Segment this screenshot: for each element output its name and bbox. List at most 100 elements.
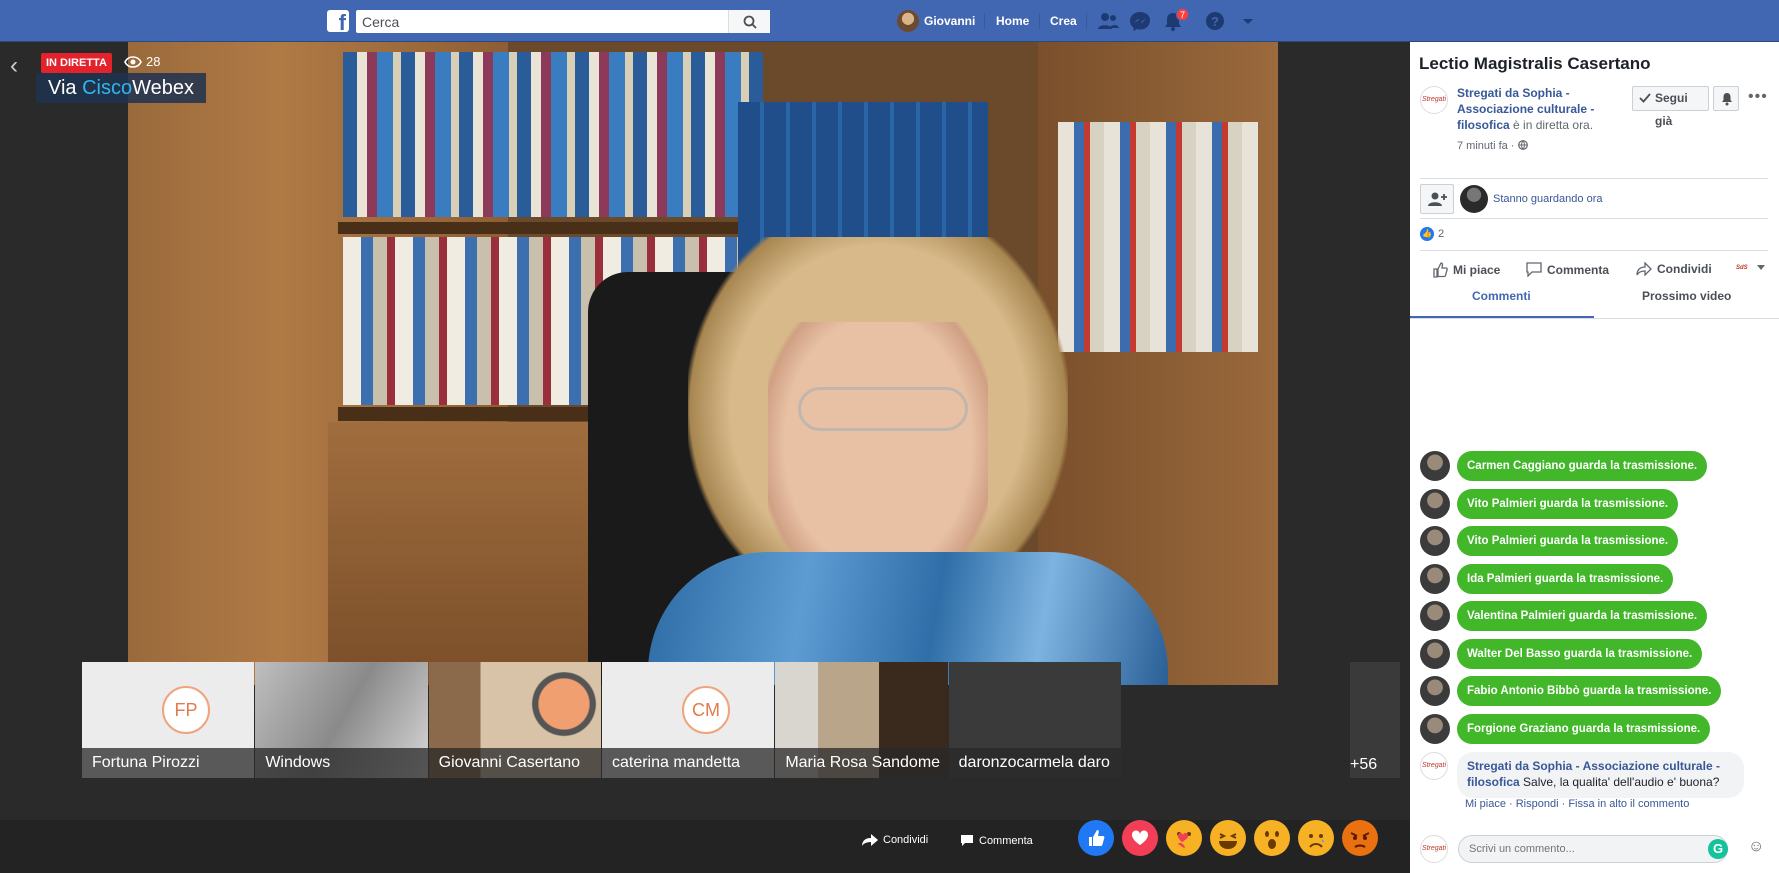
checkmark-icon	[1639, 93, 1651, 103]
comment-button[interactable]: Commenta	[960, 834, 1033, 847]
avatar	[897, 10, 919, 32]
watch-event-pill: Ida Palmieri guarda la trasmissione.	[1457, 564, 1674, 594]
source-prefix: Via	[48, 77, 83, 99]
invite-friends-button[interactable]	[1420, 184, 1454, 214]
avatar[interactable]	[1460, 185, 1488, 213]
main-video-feed[interactable]	[128, 42, 1278, 685]
sad-reaction-icon[interactable]	[1298, 820, 1334, 856]
search-button[interactable]	[728, 10, 770, 33]
wow-reaction-icon[interactable]	[1254, 820, 1290, 856]
share-action-button[interactable]: Condividi	[1636, 262, 1712, 276]
participant-initials: CM	[681, 686, 730, 734]
more-options-icon[interactable]: •••	[1748, 88, 1768, 106]
live-badge: IN DIRETTA	[41, 53, 112, 73]
list-item: Vito Palmieri guarda la trasmissione.	[1420, 489, 1679, 519]
avatar[interactable]	[1420, 714, 1450, 744]
love-reaction-icon[interactable]	[1122, 820, 1158, 856]
comment-bubble-icon	[961, 835, 973, 846]
care-reaction-icon[interactable]	[1166, 820, 1202, 856]
profile-name: Giovanni	[924, 14, 976, 28]
top-navigation-bar	[0, 0, 1779, 42]
emoji-smile-icon[interactable]: ☺	[1748, 838, 1764, 856]
watch-event-pill: Fabio Antonio Bibbò guarda la trasmissio…	[1457, 676, 1722, 706]
angry-reaction-icon[interactable]	[1342, 820, 1378, 856]
share-as-page-selector[interactable]: SdS	[1736, 262, 1765, 274]
like-reaction-icon[interactable]	[1078, 820, 1114, 856]
comment-icon	[1526, 262, 1542, 277]
thumbs-up-icon	[1433, 262, 1448, 278]
bell-icon	[1722, 93, 1732, 106]
globe-icon	[1517, 140, 1528, 150]
share-button[interactable]: Condividi	[862, 834, 928, 846]
avatar[interactable]	[1420, 676, 1450, 706]
nav-divider	[984, 13, 985, 29]
post-time: 7 minuti fa ·	[1457, 140, 1518, 152]
tab-next-video[interactable]: Prossimo video	[1642, 289, 1731, 303]
page-avatar[interactable]: Stregati da Sophia	[1420, 86, 1448, 114]
avatar[interactable]	[1420, 489, 1450, 519]
list-item: Forgione Graziano guarda la trasmissione…	[1420, 714, 1711, 744]
participant-name: Windows	[255, 748, 428, 778]
page-name-link[interactable]: Stregati da Sophia - Associazione cultur…	[1457, 85, 1627, 133]
notifications-bell-button[interactable]	[1713, 86, 1739, 111]
live-status-text: è in diretta ora.	[1509, 118, 1594, 132]
list-item: Fabio Antonio Bibbò guarda la trasmissio…	[1420, 676, 1722, 706]
comment-action-label: Commenta	[1547, 262, 1610, 277]
share-action-label: Condividi	[1657, 262, 1712, 276]
composer-avatar: Stregati da Sophia	[1420, 835, 1448, 863]
messenger-icon[interactable]	[1129, 11, 1151, 31]
viewer-count: 28	[124, 54, 160, 69]
like-count-value: 2	[1438, 228, 1445, 240]
back-chevron-left-icon[interactable]: ‹	[10, 52, 18, 80]
participant-name: Giovanni Casertano	[428, 748, 601, 778]
participant-tile[interactable]: daronzocarmela daro	[948, 662, 1121, 778]
comment-action-button[interactable]: Commenta	[1526, 262, 1609, 277]
avatar[interactable]	[1420, 564, 1450, 594]
watch-event-pill: Forgione Graziano guarda la trasmissione…	[1457, 714, 1711, 744]
participant-name: Fortuna Pirozzi	[82, 748, 255, 778]
share-icon	[1636, 262, 1652, 276]
account-menu-chevron-down-icon[interactable]	[1237, 11, 1259, 31]
like-button[interactable]: Mi piace	[1432, 262, 1500, 278]
watching-now-link[interactable]: Stanno guardando ora	[1493, 193, 1602, 205]
participant-tile[interactable]: CM caterina mandetta	[601, 662, 775, 778]
friend-requests-icon[interactable]	[1097, 11, 1119, 31]
avatar[interactable]	[1420, 526, 1450, 556]
facebook-logo-icon[interactable]: f	[327, 10, 349, 32]
chevron-down-icon	[1757, 265, 1765, 270]
comment-input[interactable]	[1458, 835, 1728, 863]
notifications-badge: 7	[1176, 8, 1189, 21]
viewer-count-value: 28	[146, 54, 161, 69]
search-input[interactable]	[362, 12, 722, 31]
create-link[interactable]: Crea	[1050, 14, 1077, 28]
participant-name: daronzocarmela daro	[948, 748, 1121, 778]
participant-tile[interactable]: Giovanni Casertano	[428, 662, 601, 778]
following-button[interactable]: Segui già	[1632, 86, 1709, 128]
grammarly-icon[interactable]: G	[1708, 839, 1728, 859]
nav-divider	[1086, 13, 1087, 29]
profile-link[interactable]: Giovanni	[897, 10, 975, 32]
comment-actions[interactable]: Mi piace · Rispondi · Fissa in alto il c…	[1465, 798, 1689, 810]
participant-tile[interactable]: FP Fortuna Pirozzi	[82, 662, 255, 778]
eye-icon	[124, 55, 142, 68]
participant-tile[interactable]: Maria Rosa Sandome	[775, 662, 948, 778]
like-count[interactable]: 👍 2	[1420, 227, 1444, 241]
haha-reaction-icon[interactable]	[1210, 820, 1246, 856]
more-participants-count[interactable]: +56	[1350, 756, 1377, 774]
avatar[interactable]	[1420, 451, 1450, 481]
avatar[interactable]	[1420, 601, 1450, 631]
watch-event-pill: Carmen Caggiano guarda la trasmissione.	[1457, 451, 1708, 481]
post-timestamp[interactable]: 7 minuti fa ·	[1457, 140, 1528, 152]
help-icon[interactable]: ?	[1204, 11, 1226, 31]
avatar[interactable]	[1420, 639, 1450, 669]
page-mini-avatar-icon: SdS	[1736, 265, 1748, 271]
participant-tile[interactable]: Windows	[255, 662, 428, 778]
tab-comments[interactable]: Commenti	[1472, 289, 1531, 303]
divider	[1420, 250, 1768, 251]
home-link[interactable]: Home	[996, 14, 1029, 28]
watch-event-pill: Vito Palmieri guarda la trasmissione.	[1457, 526, 1679, 556]
list-item: Walter Del Basso guarda la trasmissione.	[1420, 639, 1703, 669]
like-label: Mi piace	[1453, 263, 1501, 277]
divider	[1420, 218, 1768, 219]
comment-author-avatar[interactable]: Stregati da Sophia	[1420, 752, 1448, 780]
